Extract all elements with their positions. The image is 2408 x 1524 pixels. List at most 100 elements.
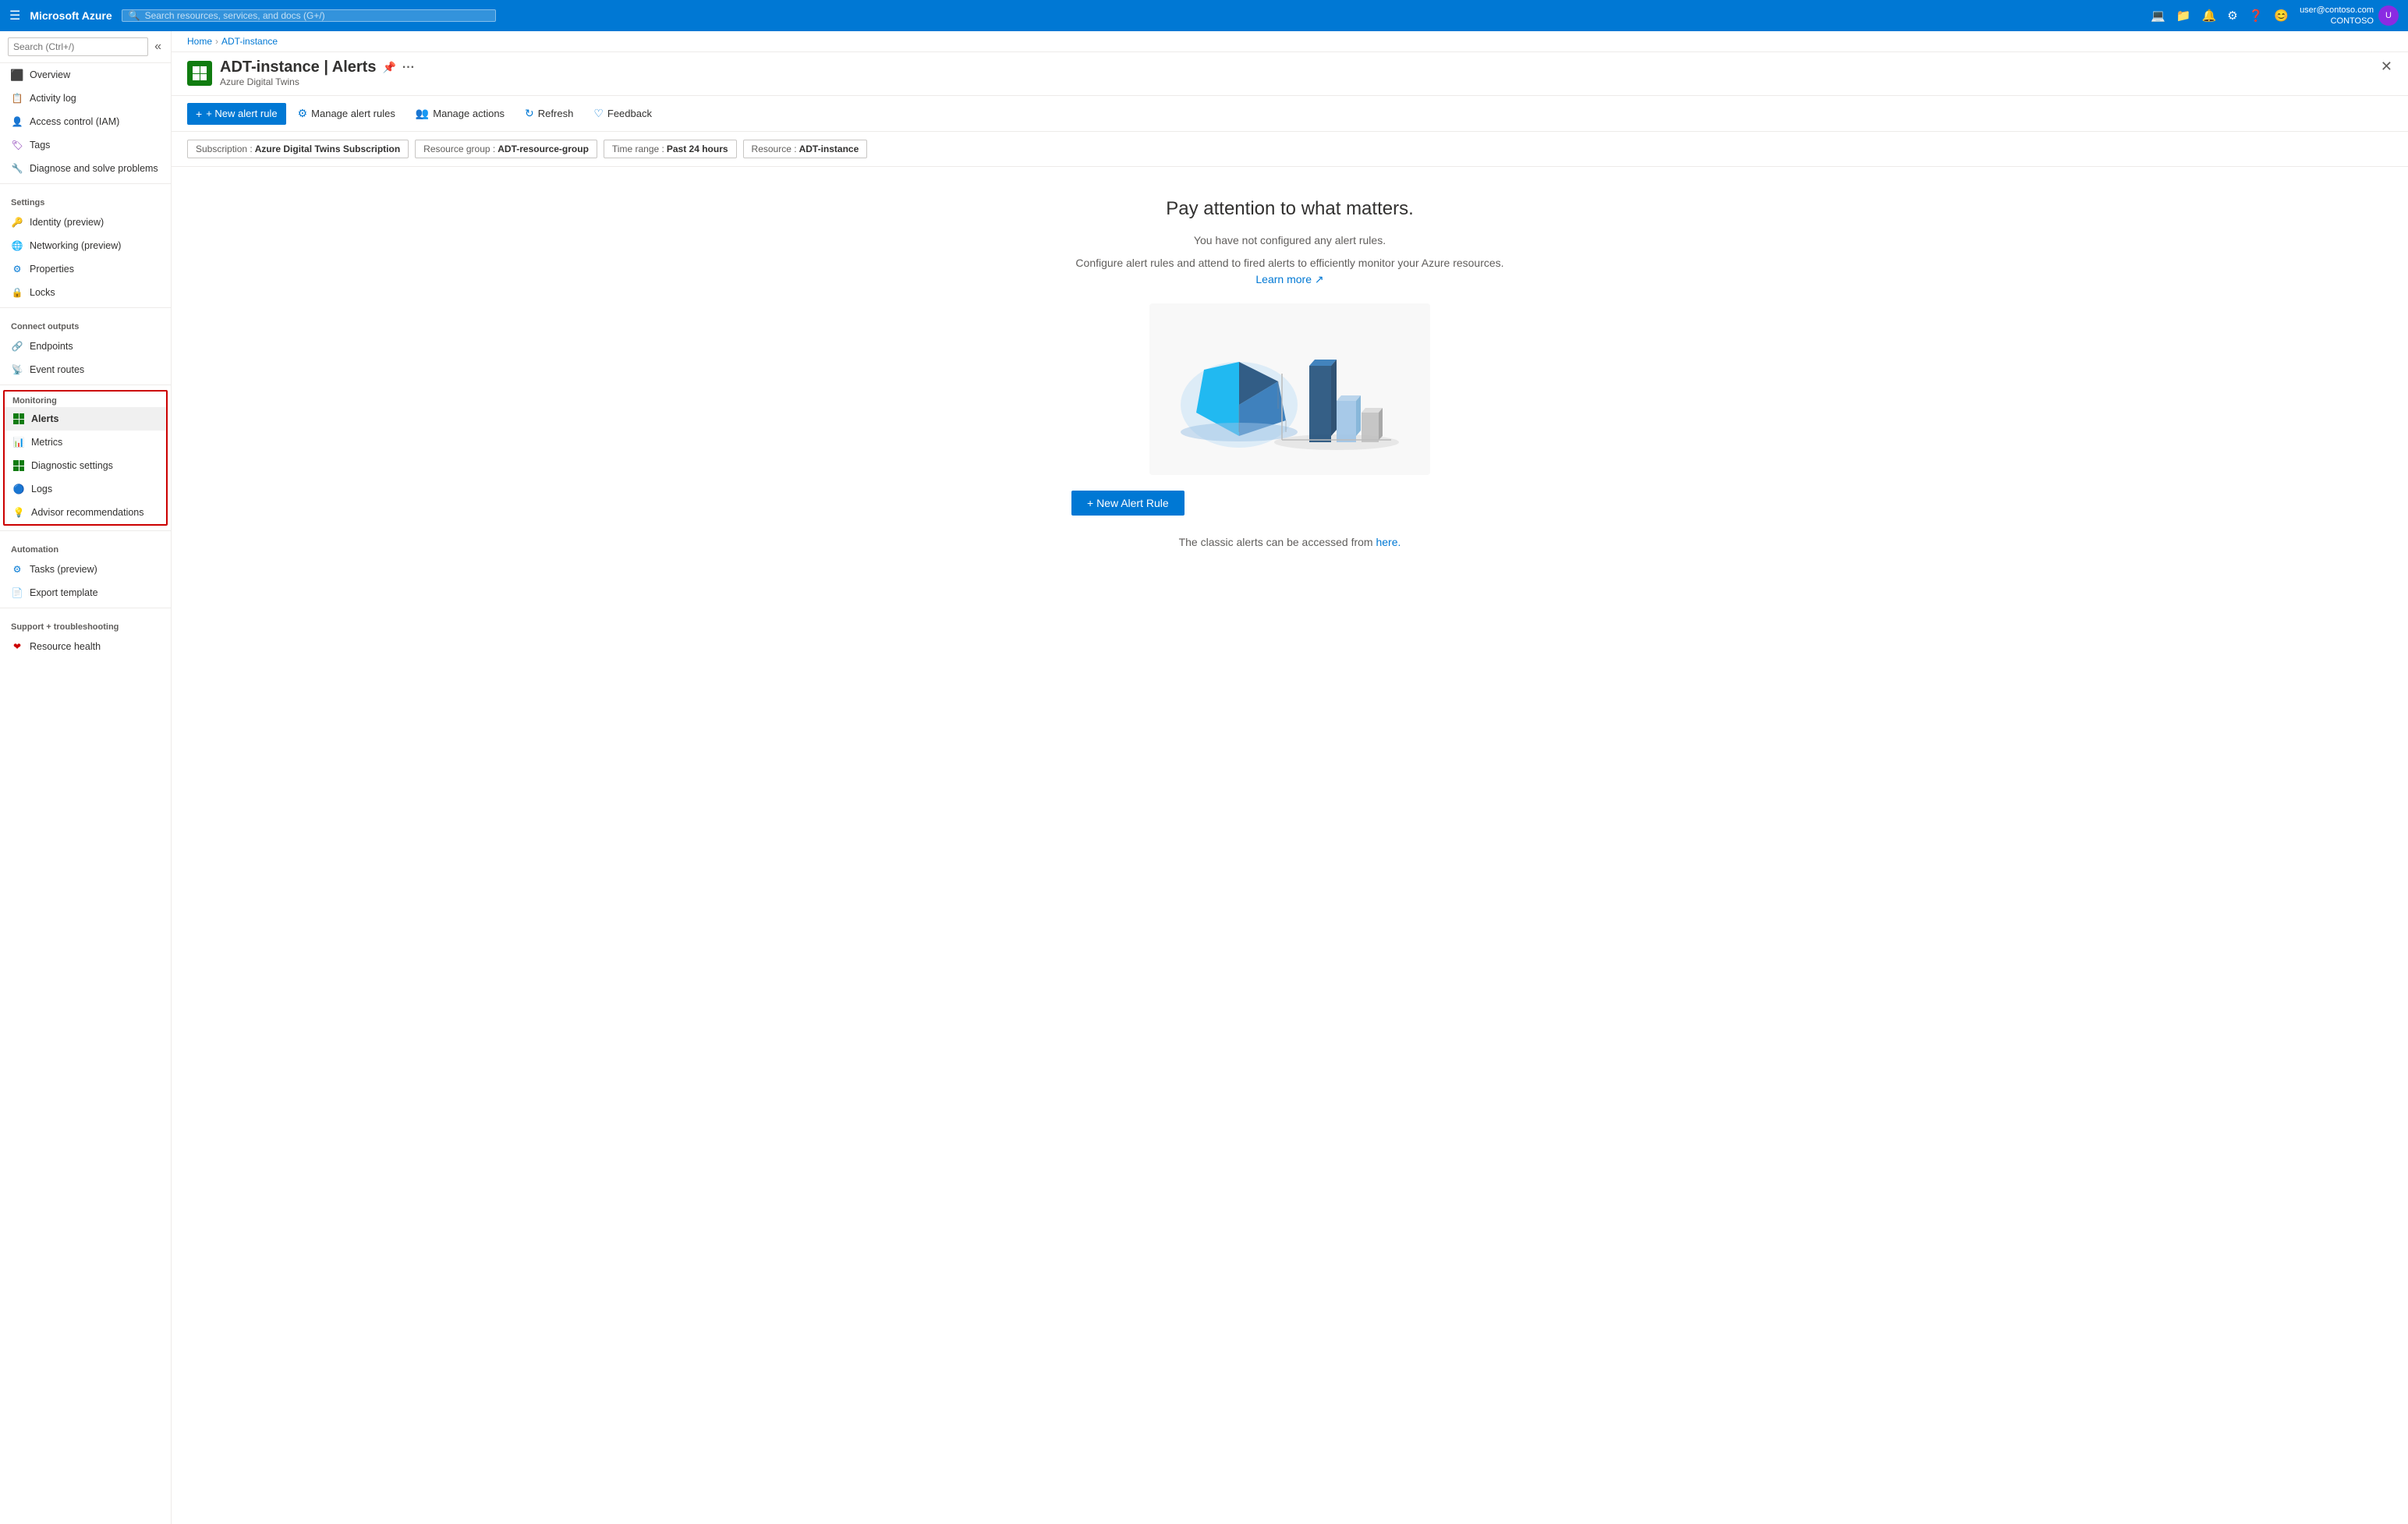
divider-2 [0,307,171,308]
connect-outputs-section-label: Connect outputs [0,311,171,335]
breadcrumb: Home › ADT-instance [172,31,2408,52]
pin-icon[interactable]: 📌 [382,61,395,74]
sidebar-item-properties[interactable]: ⚙ Properties [0,257,171,281]
global-search-bar[interactable]: 🔍 [122,9,496,22]
access-control-icon: 👤 [11,115,23,128]
sidebar-label-logs: Logs [31,484,52,494]
sidebar-item-networking[interactable]: 🌐 Networking (preview) [0,234,171,257]
avatar: U [2378,5,2399,26]
sidebar-item-tags[interactable]: 🏷 Tags [0,133,171,157]
cloud-shell-icon[interactable]: 💻 [2151,9,2165,23]
activity-log-icon: 📋 [11,92,23,105]
sidebar-item-export-template[interactable]: 📄 Export template [0,581,171,604]
sidebar-label-access-control: Access control (IAM) [30,116,119,127]
manage-alert-rules-button[interactable]: ⚙ Manage alert rules [289,102,404,125]
resource-filter[interactable]: Resource : ADT-instance [743,140,868,158]
sidebar-label-export-template: Export template [30,587,98,598]
sidebar-label-alerts: Alerts [31,413,58,424]
sidebar-item-endpoints[interactable]: 🔗 Endpoints [0,335,171,358]
subscription-filter[interactable]: Subscription : Azure Digital Twins Subsc… [187,140,409,158]
nav-icon-group: 💻 📁 🔔 ⚙ ❓ 😊 user@contoso.com CONTOSO U [2151,5,2399,27]
sidebar-item-diagnostic-settings[interactable]: Diagnostic settings [5,454,166,477]
sidebar-item-resource-health[interactable]: ❤ Resource health [0,635,171,658]
sidebar-item-locks[interactable]: 🔒 Locks [0,281,171,304]
divider-1 [0,183,171,184]
sidebar-item-tasks[interactable]: ⚙ Tasks (preview) [0,558,171,581]
sidebar-item-overview[interactable]: ⬛ Overview [0,63,171,87]
manage-actions-button[interactable]: 👥 Manage actions [407,102,513,125]
sidebar-item-advisor[interactable]: 💡 Advisor recommendations [5,501,166,524]
feedback-icon: ♡ [593,107,604,120]
metrics-icon: 📊 [12,436,25,448]
logs-icon: 🔵 [12,483,25,495]
alerts-chart-svg [1165,311,1415,467]
sidebar-item-diagnose[interactable]: 🔧 Diagnose and solve problems [0,157,171,180]
user-text: user@contoso.com CONTOSO [2300,5,2374,27]
breadcrumb-resource[interactable]: ADT-instance [221,36,278,47]
settings-section-label: Settings [0,187,171,211]
content-area: Home › ADT-instance ADT-instance | Alert… [172,31,2408,1524]
networking-icon: 🌐 [11,239,23,252]
page-header: ADT-instance | Alerts 📌 ··· Azure Digita… [172,52,2408,96]
sidebar-collapse-button[interactable]: « [153,38,163,55]
identity-icon: 🔑 [11,216,23,229]
search-icon: 🔍 [129,10,140,21]
sidebar-search-container: « [0,31,171,63]
sidebar-item-alerts[interactable]: Alerts [5,407,166,431]
sidebar-label-advisor: Advisor recommendations [31,507,144,518]
directory-icon[interactable]: 📁 [2176,9,2191,23]
new-alert-rule-btn-main[interactable]: + New Alert Rule [1071,491,1185,516]
resource-group-filter[interactable]: Resource group : ADT-resource-group [415,140,597,158]
sidebar-item-event-routes[interactable]: 📡 Event routes [0,358,171,381]
sidebar-label-activity-log: Activity log [30,93,76,104]
resource-filter-value: ADT-instance [799,144,859,154]
sidebar-item-logs[interactable]: 🔵 Logs [5,477,166,501]
global-search-input[interactable] [145,10,489,21]
automation-section-label: Automation [0,534,171,558]
sidebar-label-diagnostic-settings: Diagnostic settings [31,460,113,471]
user-menu[interactable]: user@contoso.com CONTOSO U [2300,5,2399,27]
feedback-button[interactable]: ♡ Feedback [585,102,660,125]
classic-alert-link[interactable]: here. [1376,536,1401,548]
support-section-label: Support + troubleshooting [0,611,171,635]
sidebar-search-input[interactable] [8,37,148,56]
overview-icon: ⬛ [11,69,23,81]
refresh-button[interactable]: ↻ Refresh [516,102,582,125]
sidebar-item-access-control[interactable]: 👤 Access control (IAM) [0,110,171,133]
settings-icon[interactable]: ⚙ [2227,9,2237,23]
close-button[interactable]: ✕ [2381,58,2392,75]
sidebar-label-event-routes: Event routes [30,364,84,375]
sidebar-label-endpoints: Endpoints [30,341,73,352]
page-icon [187,61,212,86]
sidebar-item-activity-log[interactable]: 📋 Activity log [0,87,171,110]
sidebar-label-resource-health: Resource health [30,641,101,652]
sidebar: « ⬛ Overview 📋 Activity log 👤 Access con… [0,31,172,1524]
sidebar-item-metrics[interactable]: 📊 Metrics [5,431,166,454]
page-title: ADT-instance | Alerts 📌 ··· [220,58,415,76]
refresh-icon: ↻ [525,107,534,120]
sidebar-item-identity[interactable]: 🔑 Identity (preview) [0,211,171,234]
new-alert-rule-button[interactable]: + + New alert rule [187,103,286,125]
subscription-filter-label: Subscription : [196,144,253,154]
sidebar-label-diagnose: Diagnose and solve problems [30,163,158,174]
monitoring-section: Monitoring Alerts 📊 Metrics Diagnostic s… [3,390,168,526]
monitoring-section-label: Monitoring [5,392,166,407]
learn-more-link[interactable]: Learn more ↗ [1255,273,1323,285]
notifications-icon[interactable]: 🔔 [2202,9,2217,23]
feedback-icon[interactable]: 😊 [2274,9,2289,23]
sidebar-label-metrics: Metrics [31,437,62,448]
user-tenant: CONTOSO [2300,16,2374,27]
page-title-block: ADT-instance | Alerts 📌 ··· Azure Digita… [220,58,415,87]
time-range-filter-label: Time range : [612,144,664,154]
manage-alert-rules-icon: ⚙ [298,107,308,120]
sidebar-label-identity: Identity (preview) [30,217,104,228]
export-template-icon: 📄 [11,587,23,599]
classic-alert-text: The classic alerts can be accessed from … [1071,534,1508,551]
help-icon[interactable]: ❓ [2249,9,2264,23]
time-range-filter[interactable]: Time range : Past 24 hours [604,140,737,158]
empty-state-subtext2: Configure alert rules and attend to fire… [1071,255,1508,288]
more-options-icon[interactable]: ··· [402,61,415,75]
hamburger-menu[interactable]: ☰ [9,8,20,23]
main-content: Pay attention to what matters. You have … [172,167,2408,1524]
breadcrumb-home[interactable]: Home [187,36,212,47]
